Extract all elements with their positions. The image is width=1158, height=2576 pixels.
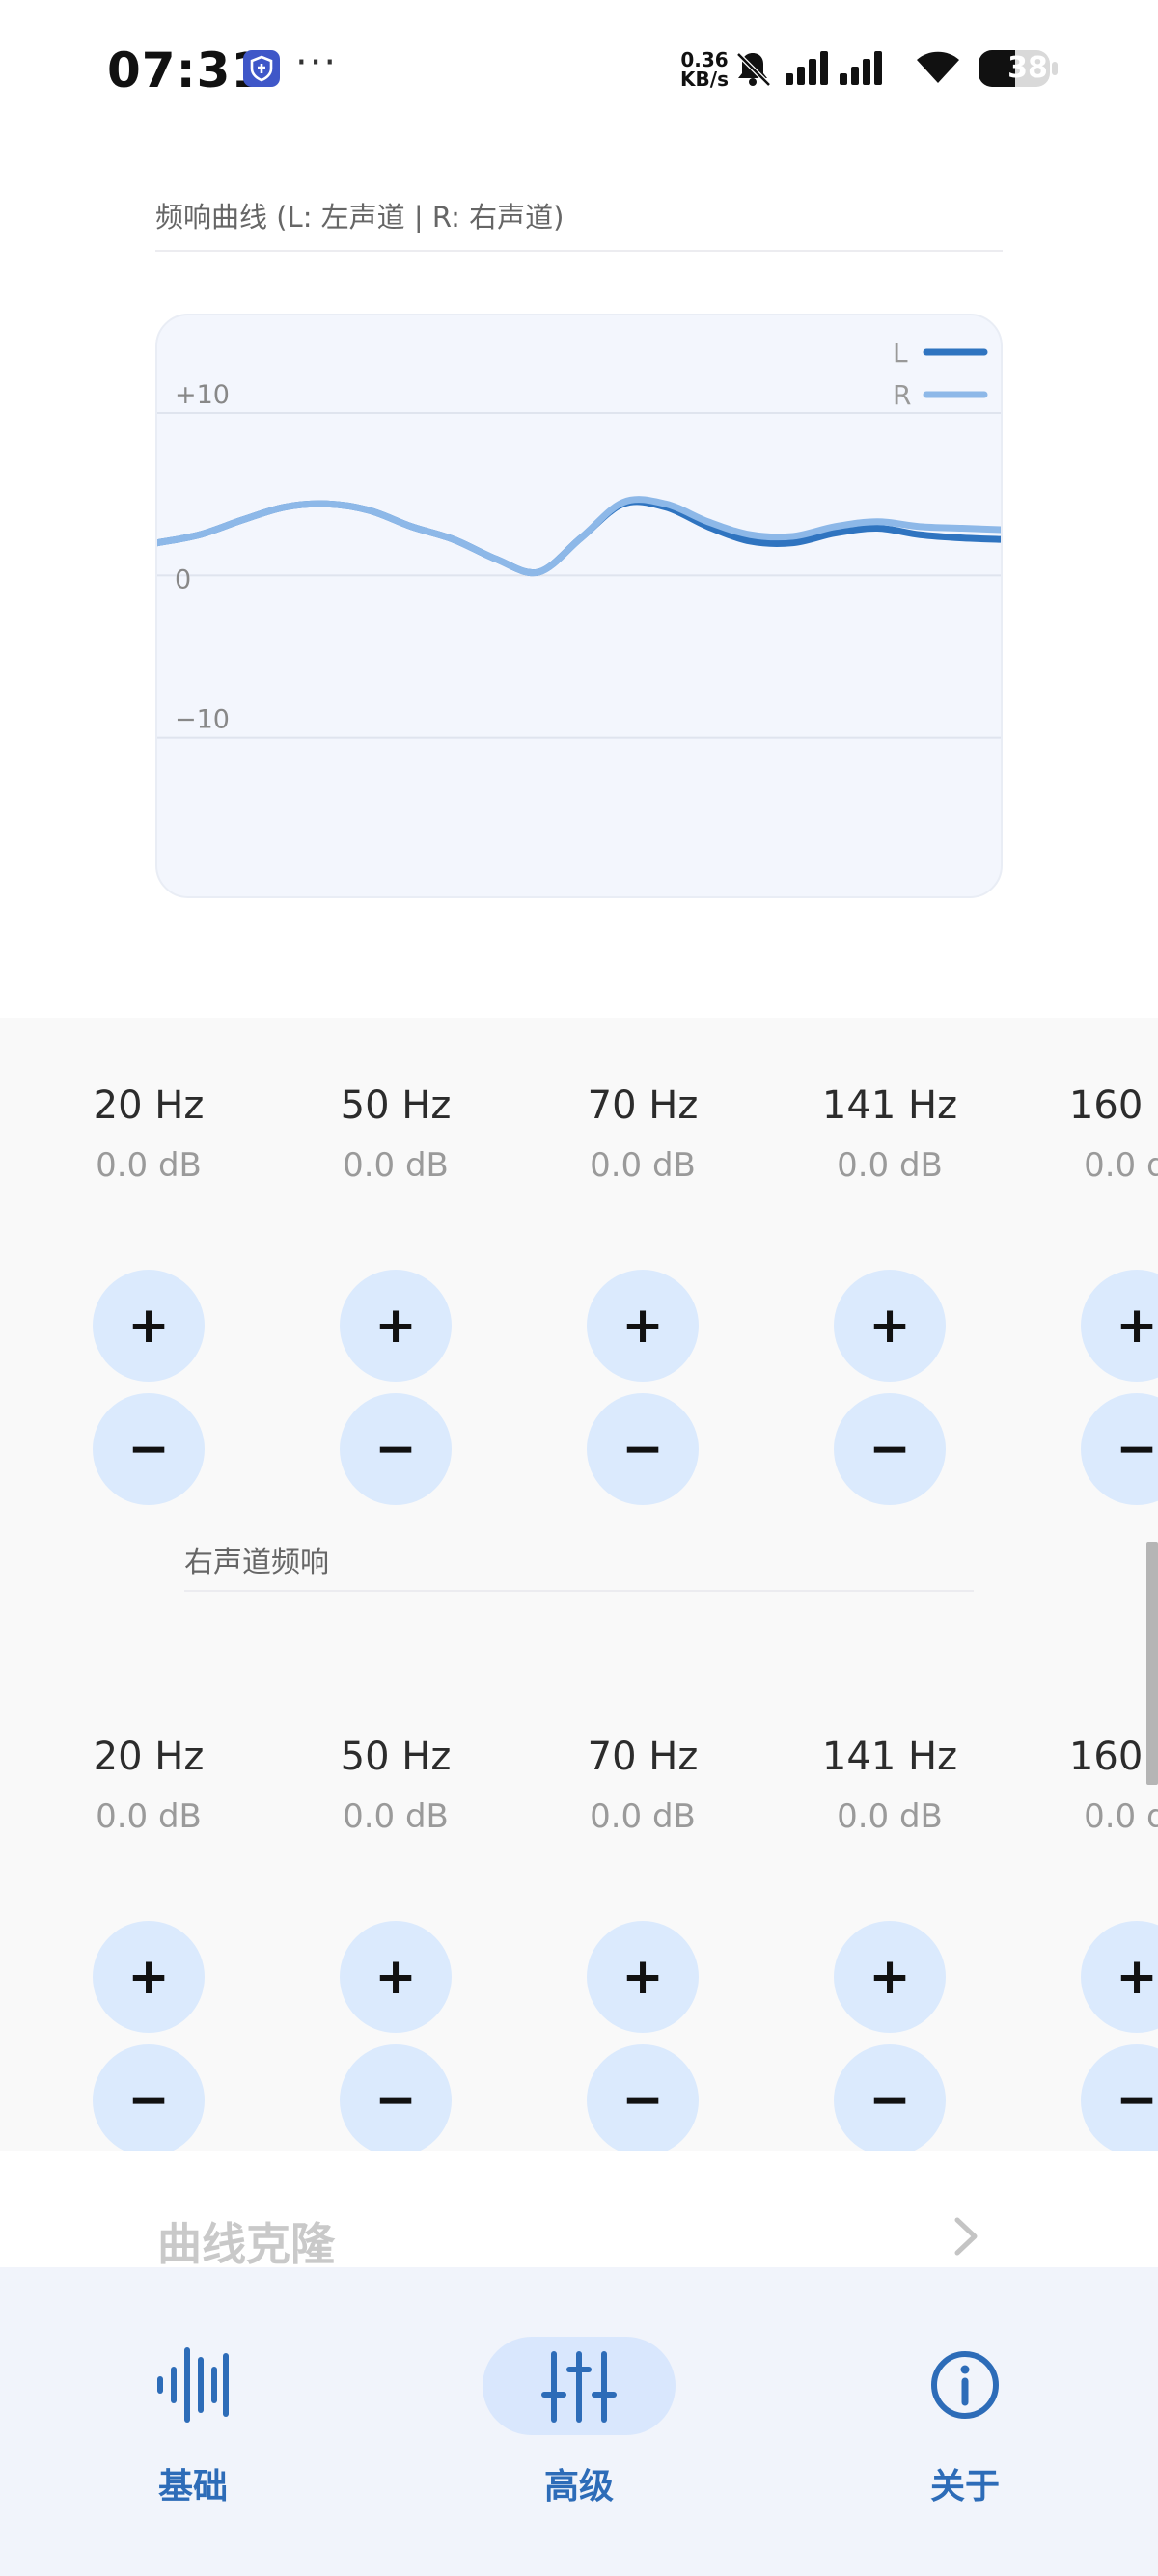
- divider: [155, 250, 1003, 252]
- gain-increase-button[interactable]: +: [1081, 1270, 1158, 1382]
- bottom-navigation: 基础 高级 关于: [0, 2267, 1158, 2576]
- right-channel-title: 右声道频响: [184, 1546, 329, 1579]
- eq-band: 141 Hz 0.0 dB: [793, 1732, 986, 1838]
- band-frequency: 20 Hz: [93, 1735, 205, 1779]
- legend-label: R: [893, 379, 911, 411]
- gain-decrease-button[interactable]: −: [1081, 2044, 1158, 2151]
- bell-muted-icon: [736, 52, 771, 87]
- nav-label-advanced: 高级: [543, 2467, 614, 2507]
- band-gain: 0.0 dB: [96, 1146, 202, 1185]
- nav-item-advanced[interactable]: 高级: [463, 2337, 695, 2530]
- band-frequency: 50 Hz: [340, 1083, 452, 1128]
- band-gain: 0.0 dB: [1084, 1797, 1158, 1836]
- band-frequency: 50 Hz: [340, 1735, 452, 1779]
- gain-decrease-button[interactable]: −: [93, 1393, 205, 1505]
- gain-increase-button[interactable]: +: [587, 1270, 699, 1382]
- band-gain: 0.0 dB: [837, 1146, 943, 1185]
- gain-increase-button[interactable]: +: [93, 1270, 205, 1382]
- band-frequency: 160 Hz: [1068, 1735, 1158, 1779]
- gain-increase-button[interactable]: +: [834, 1270, 946, 1382]
- wifi-icon: [917, 51, 959, 83]
- signal-icon-sim2: [840, 51, 882, 85]
- eq-band: 70 Hz 0.0 dB: [546, 1081, 739, 1187]
- gain-increase-button[interactable]: +: [587, 1921, 699, 2033]
- eq-band: 160 Hz 0.0 dB: [1040, 1732, 1158, 1838]
- nav-item-about[interactable]: 关于: [849, 2337, 1081, 2530]
- legend-label: L: [893, 337, 908, 369]
- band-frequency: 20 Hz: [93, 1083, 205, 1128]
- series-line-R: [157, 496, 1001, 577]
- scrollbar-thumb[interactable]: [1146, 1542, 1158, 1785]
- chevron-right-icon: [954, 2217, 978, 2256]
- gain-increase-button[interactable]: +: [340, 1921, 452, 2033]
- app-screen: 07:31 ··· 0.36 KB/s 38 频响曲线 (L: 左声道 | R:…: [0, 0, 1158, 2576]
- divider: [184, 1590, 974, 1592]
- band-gain: 0.0 dB: [590, 1797, 696, 1836]
- signal-icon: [786, 51, 828, 85]
- net-speed-unit: KB/s: [680, 68, 729, 91]
- gain-increase-button[interactable]: +: [1081, 1921, 1158, 2033]
- gain-increase-button[interactable]: +: [834, 1921, 946, 2033]
- sliders-icon: [541, 2351, 617, 2423]
- eq-band: 20 Hz 0.0 dB: [52, 1732, 245, 1838]
- eq-band: 20 Hz 0.0 dB: [52, 1081, 245, 1187]
- gain-decrease-button[interactable]: −: [340, 1393, 452, 1505]
- band-gain: 0.0 dB: [343, 1146, 449, 1185]
- gain-decrease-button[interactable]: −: [587, 1393, 699, 1505]
- chart-canvas: +10 0 −10 LR: [157, 337, 1001, 739]
- shield-icon: [243, 50, 280, 87]
- waveform-icon: [157, 2347, 229, 2423]
- band-frequency: 141 Hz: [821, 1735, 958, 1779]
- eq-band: 141 Hz 0.0 dB: [793, 1081, 986, 1187]
- info-icon: [931, 2351, 999, 2419]
- band-frequency: 70 Hz: [587, 1735, 699, 1779]
- gain-increase-button[interactable]: +: [340, 1270, 452, 1382]
- gain-decrease-button[interactable]: −: [1081, 1393, 1158, 1505]
- eq-band: 160 Hz 0.0 dB: [1040, 1081, 1158, 1187]
- band-frequency: 141 Hz: [821, 1083, 958, 1128]
- status-bar: 07:31 ··· 0.36 KB/s 38: [0, 0, 1158, 135]
- gain-decrease-button[interactable]: −: [340, 2044, 452, 2151]
- band-frequency: 160 Hz: [1068, 1083, 1158, 1128]
- band-gain: 0.0 dB: [96, 1797, 202, 1836]
- y-tick-label: −10: [175, 705, 230, 735]
- curve-clone-item[interactable]: 曲线克隆: [157, 2209, 335, 2273]
- frequency-response-chart: +10 0 −10 L R: [155, 314, 1003, 898]
- curve-title: 频响曲线 (L: 左声道 | R: 右声道): [155, 201, 565, 233]
- battery-level: 38: [1007, 51, 1048, 85]
- more-notifications-icon: ···: [295, 41, 339, 85]
- gain-decrease-button[interactable]: −: [834, 1393, 946, 1505]
- gain-decrease-button[interactable]: −: [834, 2044, 946, 2151]
- y-tick-label: +10: [175, 380, 230, 410]
- eq-band: 70 Hz 0.0 dB: [546, 1732, 739, 1838]
- nav-label-basic: 基础: [157, 2467, 228, 2507]
- nav-label-about: 关于: [929, 2467, 1000, 2507]
- gain-decrease-button[interactable]: −: [93, 2044, 205, 2151]
- net-speed: 0.36 KB/s: [680, 50, 729, 89]
- band-gain: 0.0 dB: [343, 1797, 449, 1836]
- band-gain: 0.0 dB: [837, 1797, 943, 1836]
- y-tick-label: 0: [175, 565, 191, 595]
- eq-panel: 20 Hz 0.0 dB + −50 Hz 0.0 dB + −70 Hz 0.0 dB + −1…: [0, 1018, 1158, 2151]
- net-speed-value: 0.36: [680, 48, 729, 71]
- gain-increase-button[interactable]: +: [93, 1921, 205, 2033]
- gain-decrease-button[interactable]: −: [587, 2044, 699, 2151]
- band-gain: 0.0 dB: [590, 1146, 696, 1185]
- status-time: 07:31: [107, 42, 266, 98]
- eq-band: 50 Hz 0.0 dB: [299, 1732, 492, 1838]
- band-gain: 0.0 dB: [1084, 1146, 1158, 1185]
- band-frequency: 70 Hz: [587, 1083, 699, 1128]
- eq-band: 50 Hz 0.0 dB: [299, 1081, 492, 1187]
- nav-item-basic[interactable]: 基础: [77, 2337, 309, 2530]
